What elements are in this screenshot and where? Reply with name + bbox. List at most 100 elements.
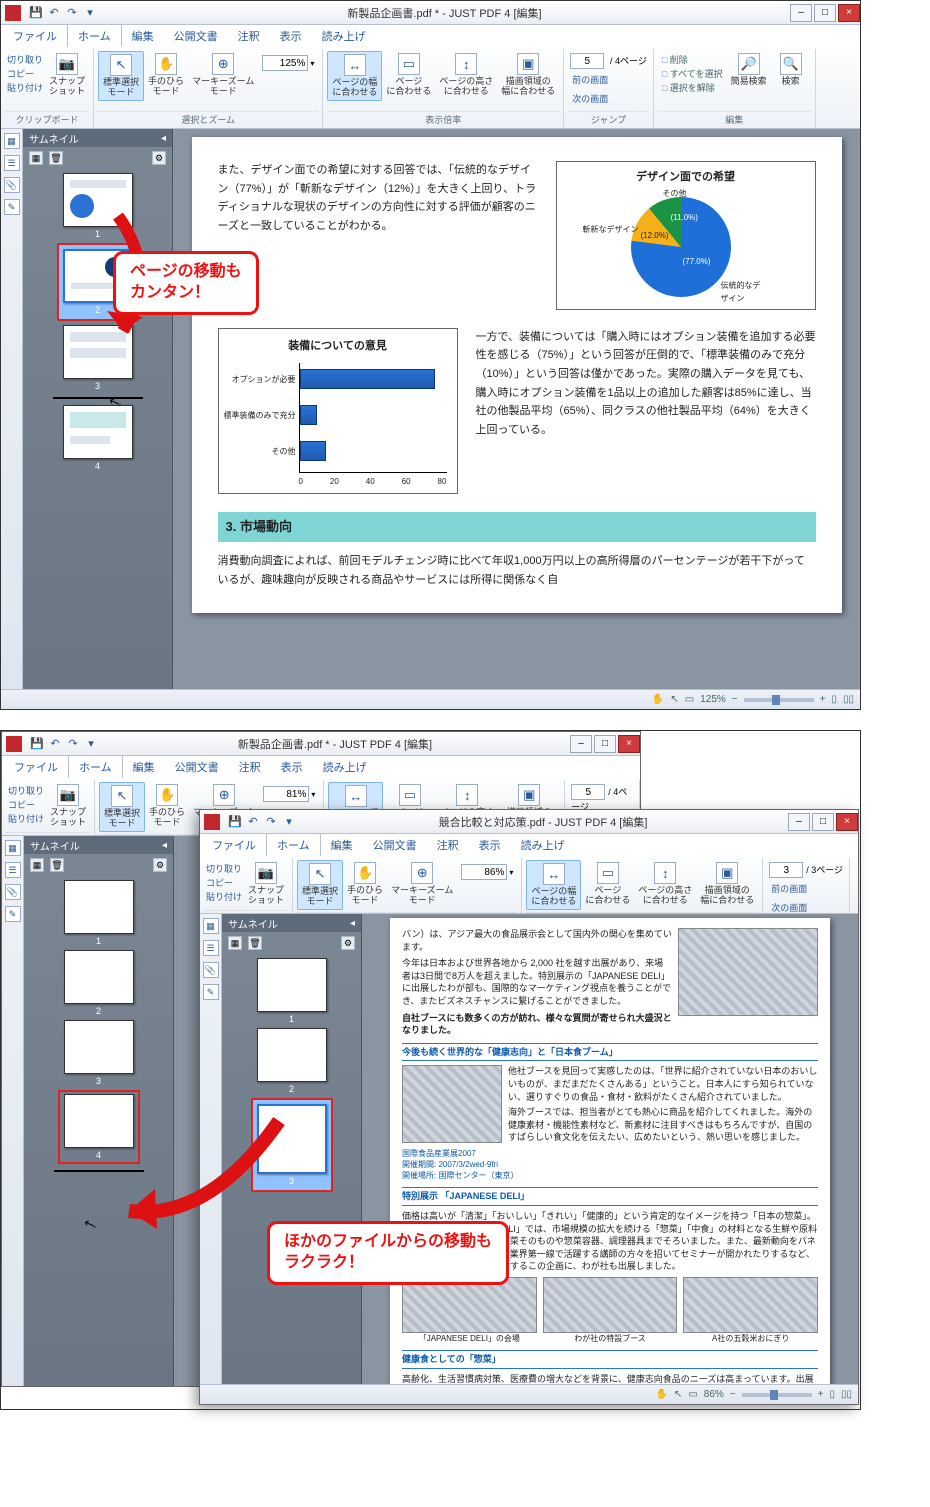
marquee-zoom-button[interactable]: ⊕ マーキーズーム モード (188, 51, 258, 99)
zoom-out-button[interactable]: − (732, 694, 738, 705)
zoom-input[interactable] (461, 864, 507, 880)
thumbnail-page-3[interactable]: 3 (58, 1020, 140, 1086)
tab-home[interactable]: ホーム (67, 24, 122, 47)
tab-edit[interactable]: 編集 (321, 834, 363, 856)
fit-height-button[interactable]: ↕ページの高さ に合わせる (634, 860, 696, 908)
cut-button[interactable]: 切り取り (8, 784, 44, 797)
fit-drawing-button[interactable]: ▣ 描画領域の 幅に合わせる (497, 51, 559, 99)
tab-official[interactable]: 公開文書 (363, 834, 427, 856)
prev-screen-button[interactable]: 前の画面 (572, 73, 608, 86)
page-input[interactable] (570, 53, 604, 69)
save-icon[interactable]: 💾 (228, 815, 242, 829)
qat-dropdown-icon[interactable]: ▾ (282, 815, 296, 829)
thumbnails-icon[interactable]: ▦ (203, 918, 219, 934)
close-button[interactable]: × (618, 735, 640, 753)
fit-width-button[interactable]: ↔ページの幅 に合わせる (526, 860, 581, 910)
copy-button[interactable]: コピー (8, 798, 44, 811)
snapshot-button[interactable]: 📷 スナップ ショット (45, 51, 89, 99)
undo-icon[interactable]: ↶ (246, 815, 260, 829)
copy-button[interactable]: コピー (206, 876, 242, 889)
paste-button[interactable]: 貼り付け (206, 890, 242, 903)
thumb-delete-icon[interactable]: 🗑 (49, 151, 63, 165)
undo-icon[interactable]: ↶ (48, 737, 62, 751)
close-button[interactable]: × (836, 813, 858, 831)
close-button[interactable]: × (838, 4, 860, 22)
tab-annotate[interactable]: 注釈 (228, 25, 270, 47)
save-icon[interactable]: 💾 (29, 6, 43, 20)
zoom-out-button[interactable]: − (730, 1389, 736, 1400)
standard-select-button[interactable]: ↖標準選択 モード (297, 860, 343, 910)
next-screen-button[interactable]: 次の画面 (771, 901, 807, 914)
snapshot-button[interactable]: 📷スナップ ショット (46, 782, 90, 830)
chevron-down-icon[interactable]: ▾ (509, 868, 513, 877)
document-view[interactable]: また、デザイン面での希望に対する回答では、「伝統的なデザイン（77%）」が「斬新… (173, 129, 860, 689)
tab-readaloud[interactable]: 読み上げ (313, 756, 377, 778)
marquee-zoom-button[interactable]: ⊕マーキーズーム モード (387, 860, 457, 908)
search-button[interactable]: 🔍 検索 (771, 51, 811, 89)
thumb-grid-icon[interactable]: ▦ (29, 151, 43, 165)
bookmarks-icon[interactable]: ☰ (4, 155, 20, 171)
select-all-button[interactable]: すべてを選択 (662, 67, 723, 80)
deselect-button[interactable]: 選択を解除 (662, 81, 723, 94)
panel-close-icon[interactable]: ◂ (161, 133, 166, 144)
tab-file[interactable]: ファイル (202, 834, 266, 856)
zoom-input[interactable] (262, 55, 308, 71)
thumbnail-page-4[interactable]: 4 (57, 405, 139, 471)
minimize-button[interactable]: – (790, 4, 812, 22)
tab-file[interactable]: ファイル (3, 25, 67, 47)
tab-official[interactable]: 公開文書 (165, 756, 229, 778)
tab-annotate[interactable]: 注釈 (229, 756, 271, 778)
cut-button[interactable]: 切り取り (206, 862, 242, 875)
prev-screen-button[interactable]: 前の画面 (771, 882, 807, 895)
fit-width-button[interactable]: ↔ ページの幅 に合わせる (327, 51, 382, 101)
page-input[interactable] (571, 784, 605, 800)
zoom-in-button[interactable]: + (818, 1389, 824, 1400)
thumb-grid-icon[interactable]: ▦ (228, 936, 242, 950)
redo-icon[interactable]: ↷ (264, 815, 278, 829)
tab-file[interactable]: ファイル (4, 756, 68, 778)
maximize-button[interactable]: □ (812, 813, 834, 831)
bookmarks-icon[interactable]: ☰ (5, 862, 21, 878)
minimize-button[interactable]: – (570, 735, 592, 753)
thumbnail-page-2[interactable]: 2 (251, 1028, 333, 1094)
thumbnails-icon[interactable]: ▦ (5, 840, 21, 856)
attachments-icon[interactable]: 📎 (5, 884, 21, 900)
thumbnail-page-1[interactable]: 1 (251, 958, 333, 1024)
signatures-icon[interactable]: ✎ (203, 984, 219, 1000)
tab-home[interactable]: ホーム (68, 755, 123, 778)
zoom-slider[interactable] (742, 1393, 812, 1397)
paste-button[interactable]: 貼り付け (7, 81, 43, 94)
tab-readaloud[interactable]: 読み上げ (511, 834, 575, 856)
tab-official[interactable]: 公開文書 (164, 25, 228, 47)
tab-annotate[interactable]: 注釈 (427, 834, 469, 856)
status-rect-icon[interactable]: ▭ (685, 694, 694, 705)
redo-icon[interactable]: ↷ (66, 737, 80, 751)
signatures-icon[interactable]: ✎ (4, 199, 20, 215)
copy-button[interactable]: コピー (7, 67, 43, 80)
undo-icon[interactable]: ↶ (47, 6, 61, 20)
hand-mode-button[interactable]: ✋手のひら モード (343, 860, 387, 908)
tab-edit[interactable]: 編集 (122, 25, 164, 47)
delete-button[interactable]: 削除 (662, 53, 723, 66)
chevron-down-icon[interactable]: ▾ (311, 790, 315, 799)
thumb-grid-icon[interactable]: ▦ (30, 858, 44, 872)
thumb-delete-icon[interactable]: 🗑 (50, 858, 64, 872)
page-input[interactable] (769, 862, 803, 878)
status-arrow-icon[interactable]: ↖ (674, 1389, 682, 1400)
tab-readaloud[interactable]: 読み上げ (312, 25, 376, 47)
attachments-icon[interactable]: 📎 (203, 962, 219, 978)
save-icon[interactable]: 💾 (30, 737, 44, 751)
status-arrow-icon[interactable]: ↖ (670, 694, 678, 705)
thumb-menu-icon[interactable]: ⚙ (153, 858, 167, 872)
panel-close-icon[interactable]: ◂ (162, 840, 167, 851)
status-rect-icon[interactable]: ▭ (688, 1389, 697, 1400)
single-page-icon[interactable]: ▯ (829, 1389, 835, 1400)
two-page-icon[interactable]: ▯▯ (843, 694, 854, 705)
standard-select-button[interactable]: ↖標準選択 モード (99, 782, 145, 832)
panel-close-icon[interactable]: ◂ (350, 918, 355, 929)
fit-drawing-button[interactable]: ▣描画領域の 幅に合わせる (696, 860, 758, 908)
two-page-icon[interactable]: ▯▯ (841, 1389, 852, 1400)
zoom-slider[interactable] (744, 698, 814, 702)
zoom-in-button[interactable]: + (820, 694, 826, 705)
tab-view[interactable]: 表示 (469, 834, 511, 856)
